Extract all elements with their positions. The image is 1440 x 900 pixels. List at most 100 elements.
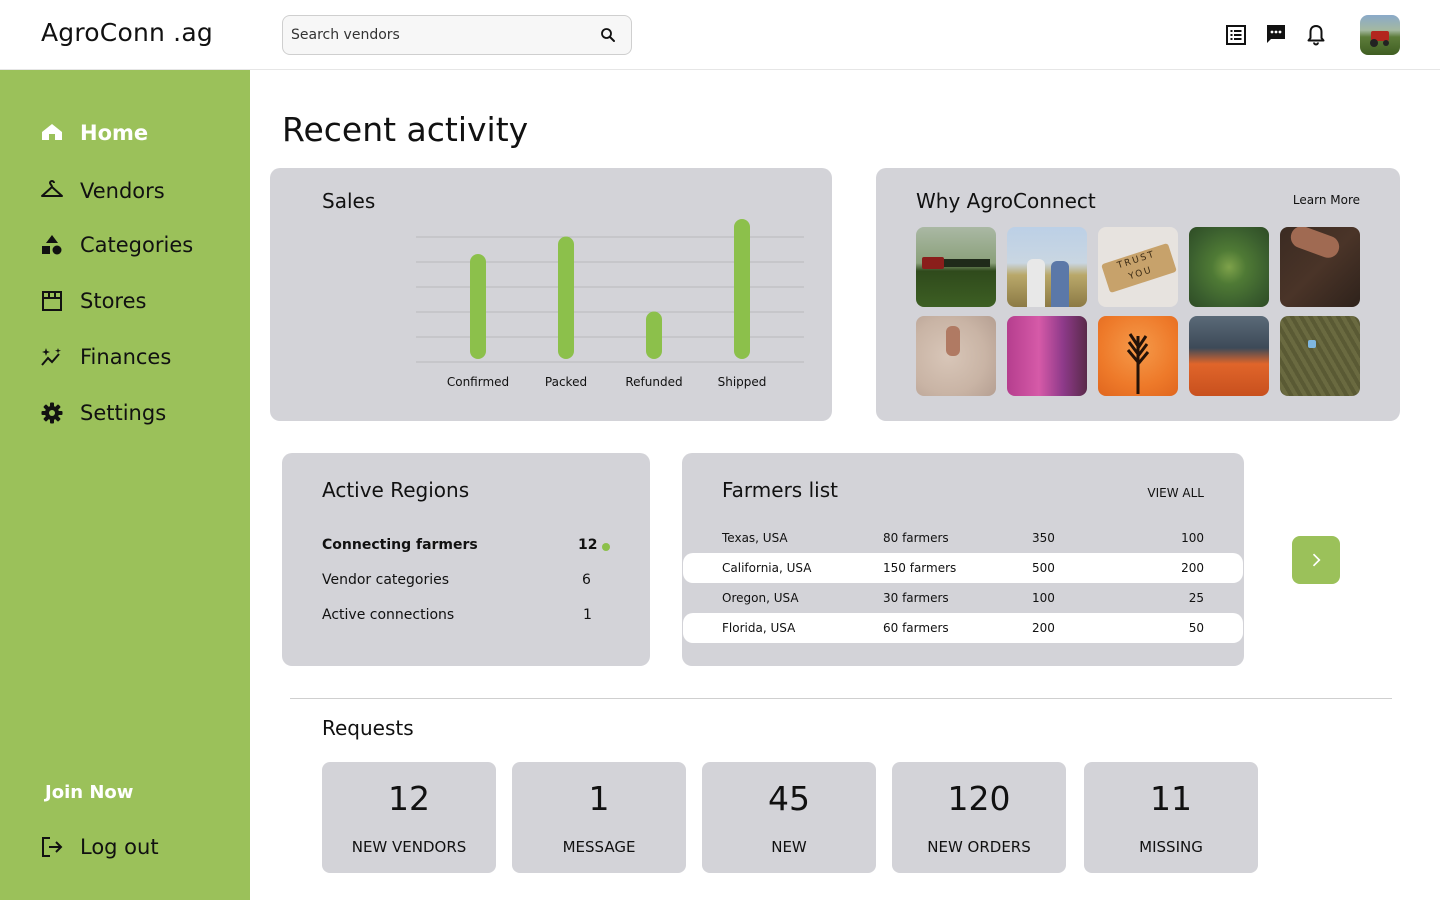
sidebar-item-vendors[interactable]: Vendors (40, 174, 240, 208)
request-card-new-orders[interactable]: 120 NEW ORDERS (892, 762, 1066, 873)
status-dot (602, 543, 610, 551)
region-label: Vendor categories (322, 572, 450, 588)
cell-region: Oregon, USA (722, 591, 799, 605)
request-label: NEW VENDORS (351, 838, 467, 856)
table-row[interactable]: Oregon, USA 30 farmers 100 25 (683, 583, 1243, 613)
top-bar: AgroConn .ag (0, 0, 1440, 70)
sidebar-item-label: Settings (80, 401, 167, 425)
request-card-message[interactable]: 1 MESSAGE (512, 762, 686, 873)
regions-title: Active Regions (322, 478, 470, 502)
cell-value-b: 50 (1188, 621, 1204, 635)
sales-card: Sales Confirmed Packed Refunded Shipped (270, 168, 832, 421)
home-icon (40, 121, 64, 145)
cell-farmers: 80 farmers (883, 531, 949, 545)
chart-sparkle-icon (40, 345, 64, 369)
request-card-new[interactable]: 45 NEW (702, 762, 876, 873)
search-input[interactable] (291, 16, 591, 54)
market-carrots-photo[interactable] (1189, 316, 1269, 396)
region-label: Active connections (322, 607, 455, 623)
region-row[interactable]: Connecting farmers 12 (322, 537, 612, 557)
farmers-list-card: Farmers list VIEW ALL Texas, USA 80 farm… (682, 453, 1244, 666)
request-label: NEW (771, 838, 807, 856)
tick-label: Confirmed (447, 375, 509, 389)
search-icon[interactable] (599, 26, 617, 44)
cell-value-a: 500 (1032, 561, 1055, 575)
logout-button[interactable]: Log out (40, 830, 240, 864)
tick-label: Shipped (718, 375, 767, 389)
sidebar-item-home[interactable]: Home (40, 116, 240, 150)
bar-confirmed[interactable] (470, 254, 486, 359)
cell-value-b: 200 (1181, 561, 1204, 575)
sidebar: Home Vendors Categories Stores Finances … (0, 70, 250, 900)
cell-farmers: 30 farmers (883, 591, 949, 605)
sidebar-item-label: Vendors (80, 179, 165, 203)
cell-farmers: 150 farmers (883, 561, 957, 575)
table-row[interactable]: California, USA 150 farmers 500 200 (683, 553, 1243, 583)
people-embracing-photo[interactable] (1007, 316, 1087, 396)
chevron-right-icon (1312, 553, 1321, 567)
active-regions-card: Active Regions Connecting farmers 12 Ven… (282, 453, 650, 666)
farmers-title: Farmers list (722, 478, 838, 502)
hanger-icon (40, 179, 64, 203)
gear-icon (40, 401, 64, 425)
divider (290, 698, 1392, 699)
why-title: Why AgroConnect (916, 189, 1096, 213)
view-all-link[interactable]: VIEW ALL (1147, 486, 1204, 500)
table-row[interactable]: Texas, USA 80 farmers 350 100 (683, 523, 1243, 553)
sidebar-item-categories[interactable]: Categories (40, 228, 240, 262)
bell-icon[interactable] (1304, 23, 1328, 47)
sidebar-item-settings[interactable]: Settings (40, 396, 240, 430)
request-card-new-vendors[interactable]: 12 NEW VENDORS (322, 762, 496, 873)
cell-value-b: 100 (1181, 531, 1204, 545)
cell-value-a: 100 (1032, 591, 1055, 605)
region-row[interactable]: Vendor categories 6 (322, 572, 612, 592)
region-value: 12 (578, 537, 598, 553)
cell-farmers: 60 farmers (883, 621, 949, 635)
table-row[interactable]: Florida, USA 60 farmers 200 50 (683, 613, 1243, 643)
region-value: 6 (582, 572, 591, 588)
logout-label: Log out (80, 835, 159, 859)
shapes-icon (40, 233, 64, 257)
sidebar-item-label: Finances (80, 345, 172, 369)
region-row[interactable]: Active connections 1 (322, 607, 612, 627)
sidebar-item-finances[interactable]: Finances (40, 340, 240, 374)
tractor-field-photo[interactable] (916, 227, 996, 307)
bar-shipped[interactable] (734, 219, 750, 359)
request-label: MESSAGE (562, 838, 636, 856)
avatar[interactable] (1360, 15, 1400, 55)
broccoli-aerial-photo[interactable] (1189, 227, 1269, 307)
wheat-silhouette-photo[interactable] (1098, 316, 1178, 396)
brand-logo[interactable]: AgroConn .ag (41, 18, 213, 47)
sidebar-item-label: Stores (80, 289, 147, 313)
learn-more-link[interactable]: Learn More (1293, 193, 1360, 207)
bar-refunded[interactable] (646, 311, 662, 360)
why-agroconnect-card: Why AgroConnect Learn More TRUST YOU (876, 168, 1400, 421)
sidebar-item-label: Home (80, 121, 149, 145)
hands-in-soil-photo[interactable] (1280, 227, 1360, 307)
aerial-field-photo[interactable] (1280, 316, 1360, 396)
sidebar-item-label: Categories (80, 233, 194, 257)
list-icon[interactable] (1224, 23, 1248, 47)
cell-region: Texas, USA (722, 531, 788, 545)
request-card-missing[interactable]: 11 MISSING (1084, 762, 1258, 873)
sidebar-item-stores[interactable]: Stores (40, 284, 240, 318)
page-title: Recent activity (282, 110, 529, 149)
next-button[interactable] (1292, 536, 1340, 584)
search-box[interactable] (282, 15, 632, 55)
bar-packed[interactable] (558, 236, 574, 360)
logout-icon (40, 835, 64, 859)
cell-value-a: 350 (1032, 531, 1055, 545)
request-count: 45 (768, 779, 810, 818)
region-value: 1 (583, 607, 592, 623)
tick-label: Refunded (625, 375, 682, 389)
chat-icon[interactable] (1264, 22, 1288, 46)
request-count: 120 (947, 779, 1011, 818)
request-label: NEW ORDERS (927, 838, 1031, 856)
request-label: MISSING (1139, 838, 1203, 856)
seeds-map-photo[interactable] (916, 316, 996, 396)
cell-region: Florida, USA (722, 621, 796, 635)
requests-title: Requests (322, 716, 414, 740)
join-now-button[interactable]: Join Now (45, 782, 133, 803)
trust-you-tiles-photo[interactable]: TRUST YOU (1098, 227, 1178, 307)
two-farmers-photo[interactable] (1007, 227, 1087, 307)
